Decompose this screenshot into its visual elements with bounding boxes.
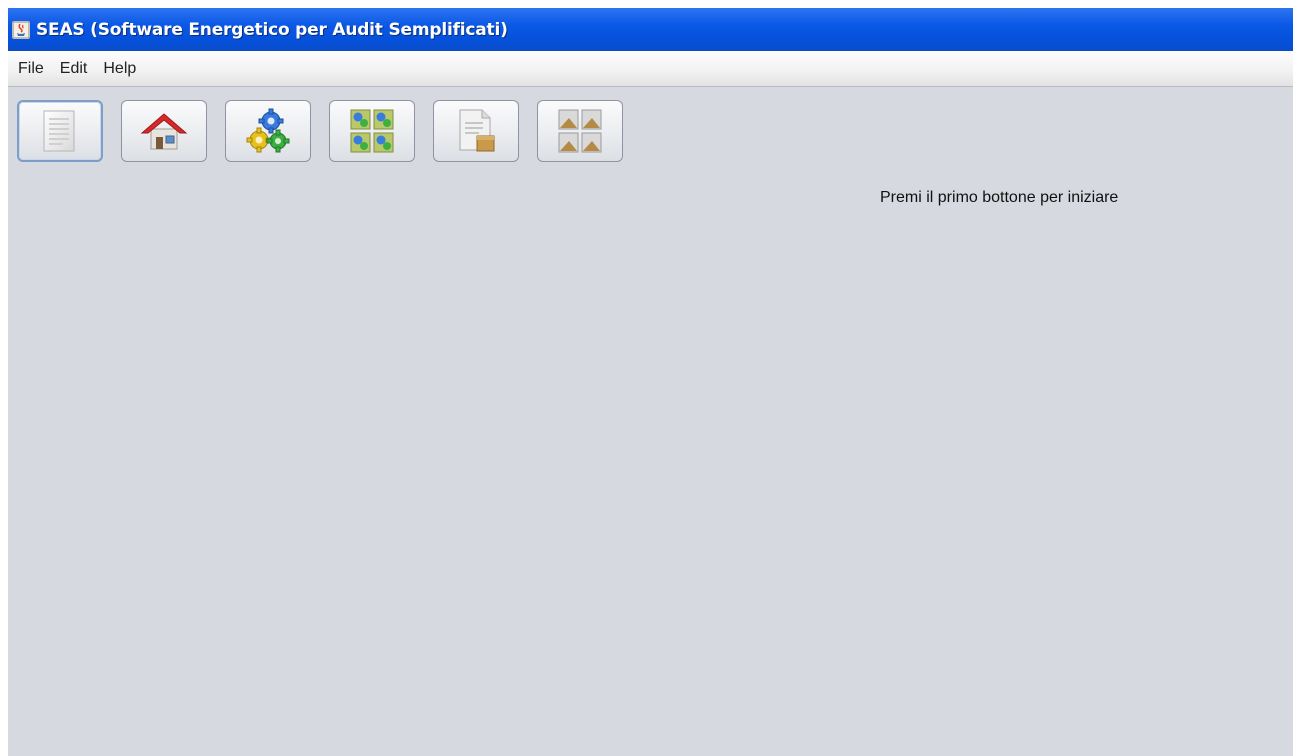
start-hint-label: Premi il primo bottone per iniziare [880, 189, 1119, 206]
title-bar[interactable]: SEAS (Software Energetico per Audit Semp… [8, 8, 1293, 51]
document-box-icon [459, 109, 495, 152]
menu-bar: File Edit Help [8, 51, 1293, 87]
app-window: SEAS (Software Energetico per Audit Semp… [8, 8, 1293, 756]
toolbar [17, 100, 641, 164]
building-button[interactable] [121, 100, 207, 162]
gears-icon [246, 108, 290, 153]
document-icon [43, 110, 75, 152]
new-document-button[interactable] [17, 100, 103, 162]
settings-button[interactable] [225, 100, 311, 162]
java-app-icon [12, 20, 30, 39]
home-icon [140, 113, 188, 150]
menu-file[interactable]: File [10, 60, 52, 78]
components-button[interactable] [329, 100, 415, 162]
window-title: SEAS (Software Energetico per Audit Semp… [36, 19, 508, 40]
report-button[interactable] [433, 100, 519, 162]
grid-gears-icon [350, 109, 394, 153]
gallery-button[interactable] [537, 100, 623, 162]
menu-edit[interactable]: Edit [52, 60, 96, 78]
menu-help[interactable]: Help [95, 60, 144, 78]
grid-images-icon [558, 109, 602, 153]
